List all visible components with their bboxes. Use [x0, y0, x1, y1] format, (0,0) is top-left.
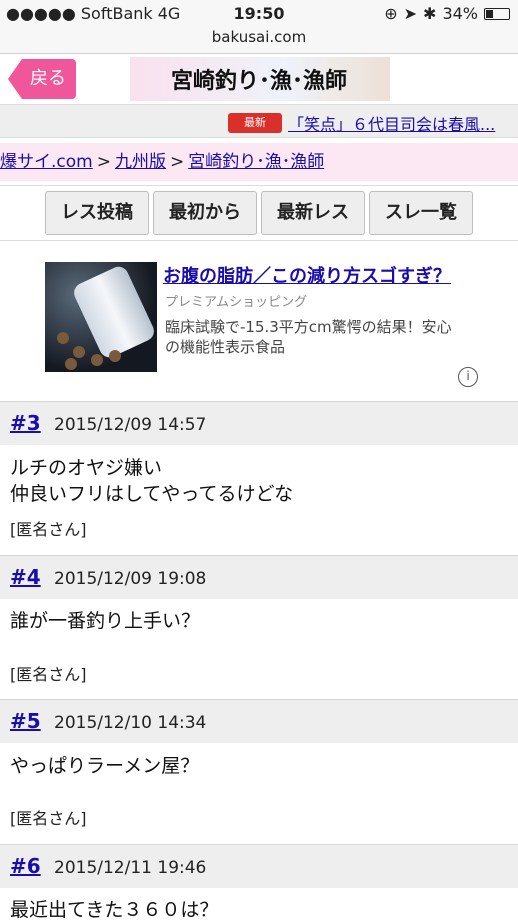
post-number-link[interactable]: #5: [10, 709, 41, 733]
post-line: やっぱりラーメン屋？: [10, 755, 200, 777]
post-date: 2015/12/10 14:34: [54, 713, 207, 733]
supplement-bottle-image: [70, 263, 157, 361]
from-start-button[interactable]: 最初から: [153, 191, 257, 235]
post-author: [匿名さん]: [10, 809, 87, 828]
post-line: 仲良いフリはしてやってるけどな: [10, 483, 294, 505]
breadcrumb-separator: >: [96, 152, 111, 172]
post-body: やっぱりラーメン屋？: [10, 753, 510, 779]
ad-title-link[interactable]: お腹の脂肪／この減り方スゴすぎ？: [163, 262, 451, 288]
pill-graphic: [91, 354, 103, 366]
pill-graphic: [73, 346, 85, 358]
post-number-link[interactable]: #4: [10, 565, 41, 589]
ad-description: 臨床試験で-15.3平方cm驚愕の結果！安心の機能性表示食品: [165, 318, 452, 356]
post-author: [匿名さん]: [10, 520, 87, 539]
battery-percent: 34%: [442, 4, 478, 23]
post-body: 誰が一番釣り上手い？: [10, 608, 510, 634]
post-body: ルチのオヤジ嫌い 仲良いフリはしてやってるけどな: [10, 455, 510, 507]
location-icon: ➤: [403, 4, 418, 23]
news-badge: 最新NEWS: [228, 113, 282, 149]
thread-list-button[interactable]: スレ一覧: [369, 191, 473, 235]
status-icons: ⊕ ➤ ✱ 34%: [384, 4, 510, 23]
post-date: 2015/12/11 19:46: [54, 858, 207, 878]
bluetooth-icon: ✱: [423, 4, 437, 23]
breadcrumb-region[interactable]: 九州版: [115, 152, 166, 172]
page-header: 戻る 宮崎釣り･漁･漁師: [0, 55, 518, 103]
post-header: #5 2015/12/10 14:34: [0, 699, 518, 743]
post-date: 2015/12/09 19:08: [54, 569, 207, 589]
news-bar: 最新NEWS 「笑点」６代目司会は春風...: [0, 104, 518, 149]
lock-rotation-icon: ⊕: [384, 4, 398, 23]
pill-graphic: [109, 350, 121, 362]
breadcrumb-board[interactable]: 宮崎釣り･漁･漁師: [188, 152, 324, 172]
news-link[interactable]: 「笑点」６代目司会は春風...: [288, 111, 495, 135]
post-author: [匿名さん]: [10, 665, 87, 684]
post-line: ルチのオヤジ嫌い: [10, 457, 163, 479]
ad-block[interactable]: お腹の脂肪／この減り方スゴすぎ？ プレミアムショッピング 臨床試験で-15.3平…: [0, 242, 518, 400]
post-number-link[interactable]: #6: [10, 854, 41, 878]
post-number-link[interactable]: #3: [10, 411, 41, 435]
post-line: 誰が一番釣り上手い？: [10, 610, 201, 632]
post-body: 最近出てきた３６０は？: [10, 897, 510, 921]
post-header: #3 2015/12/09 14:57: [0, 401, 518, 445]
post-header: #4 2015/12/09 19:08: [0, 555, 518, 599]
pill-graphic: [65, 358, 77, 370]
ad-source: プレミアムショッピング: [165, 295, 308, 310]
pill-graphic: [57, 332, 69, 344]
post-header: #6 2015/12/11 19:46: [0, 844, 518, 888]
post-date: 2015/12/09 14:57: [54, 415, 207, 435]
breadcrumb-separator: >: [169, 152, 185, 172]
latest-replies-button[interactable]: 最新レス: [261, 191, 365, 235]
post-line: 最近出てきた３６０は？: [10, 899, 219, 921]
ad-image[interactable]: [45, 262, 157, 372]
battery-icon: [484, 7, 510, 20]
status-bar: ●●●●● SoftBank 4G 19:50 ⊕ ➤ ✱ 34%: [0, 0, 518, 28]
breadcrumb-home[interactable]: 爆サイ.com: [0, 152, 93, 172]
breadcrumb: 爆サイ.com > 九州版 > 宮崎釣り･漁･漁師: [0, 143, 518, 181]
thread-nav-buttons: レス投稿 最初から 最新レス スレ一覧: [0, 185, 518, 241]
post-reply-button[interactable]: レス投稿: [45, 191, 149, 235]
page-title: 宮崎釣り･漁･漁師: [170, 69, 347, 94]
info-icon[interactable]: i: [458, 367, 478, 387]
url-bar[interactable]: bakusai.com: [0, 28, 518, 54]
